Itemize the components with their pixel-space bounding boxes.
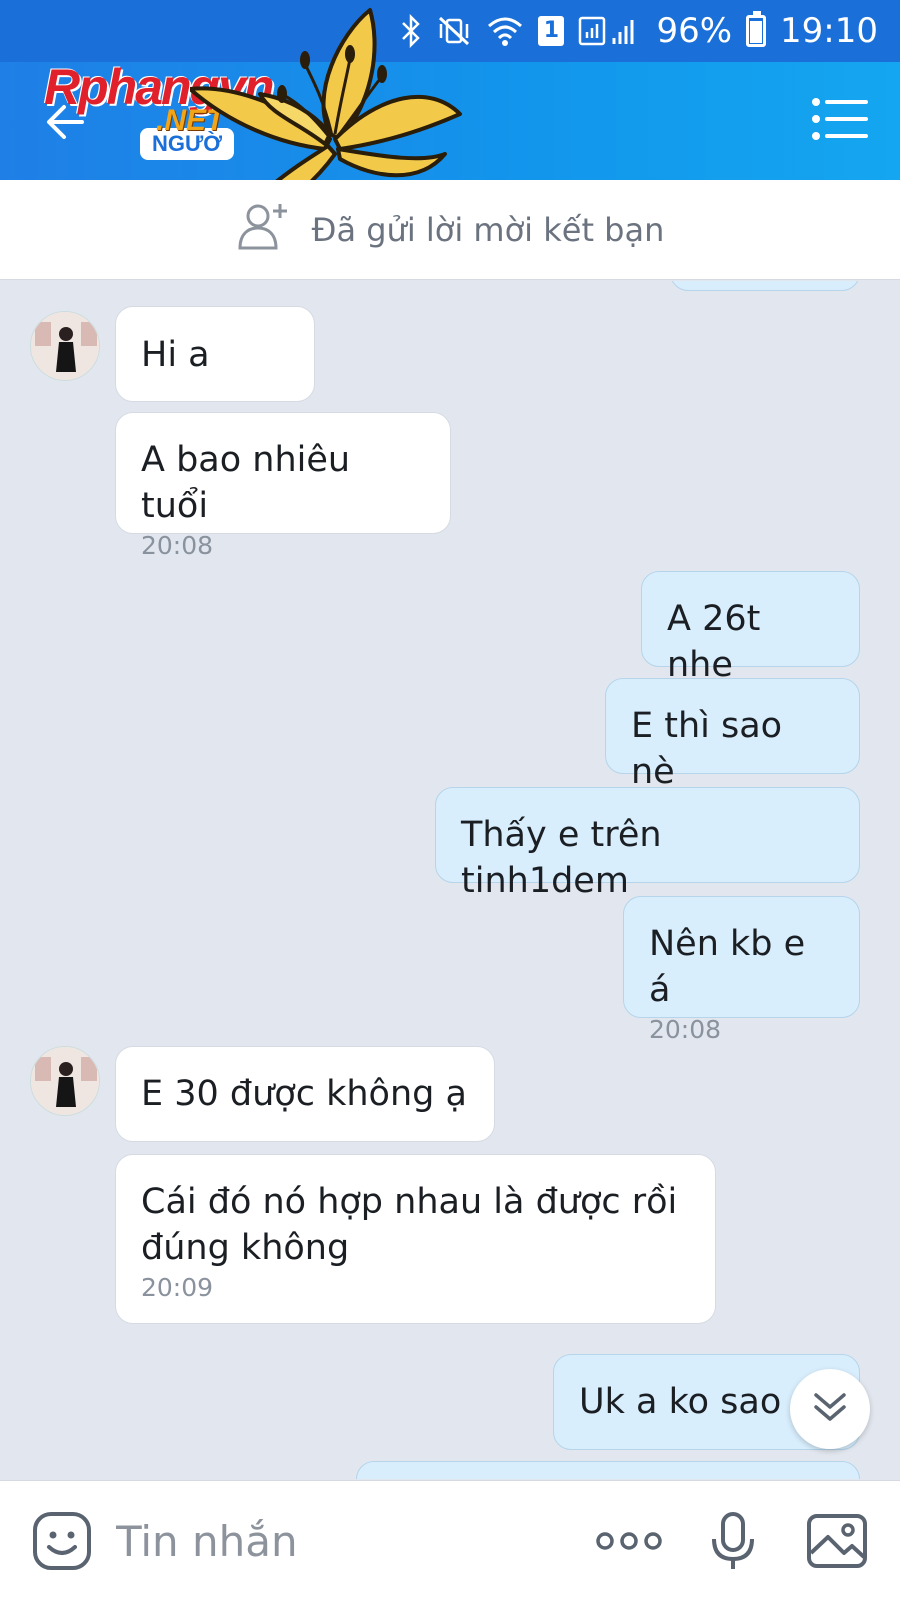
message-composer [0,1480,900,1600]
watermark-subtext: .NET [156,104,225,137]
vibrate-mute-icon [436,14,472,48]
message-bubble-partial [670,281,860,291]
clock: 19:10 [780,11,878,51]
list-menu-icon[interactable] [810,94,870,144]
signal-icon [578,14,642,48]
watermark-logo: Rphangvn .NET [44,58,274,137]
friend-request-bar[interactable]: Đã gửi lời mời kết bạn [0,180,900,280]
wifi-icon [486,14,524,48]
message-text: E thì sao nè [631,706,783,792]
message-bubble[interactable]: Nên kb e á 20:08 [623,896,860,1044]
battery-icon [746,11,767,47]
message-list[interactable]: Hi a A bao nhiêu tuổi 20:08 A 26t nhe E … [0,281,900,1479]
message-text: Cái đó nó hợp nhau là được rồi đúng khôn… [141,1182,678,1268]
sim-slot-badge: 1 [538,16,565,46]
message-text: E 30 được không ạ [141,1074,467,1114]
message-bubble[interactable]: A bao nhiêu tuổi 20:08 [115,412,451,560]
message-time: 20:08 [649,1015,722,1044]
avatar[interactable] [30,311,100,381]
friend-request-text: Đã gửi lời mời kết bạn [311,210,665,249]
message-time: 20:09 [141,1273,214,1302]
scroll-to-bottom-button[interactable] [790,1369,870,1449]
more-dots-icon[interactable] [594,1521,664,1561]
microphone-icon[interactable] [708,1511,758,1573]
message-bubble-partial [356,1461,860,1479]
message-time: 20:08 [141,531,214,560]
message-text: A 26t nhe [667,599,761,685]
battery-percent: 96% [656,11,733,51]
message-bubble[interactable]: A 26t nhe [641,571,860,685]
message-text: Thấy e trên tinh1dem [461,815,662,901]
bluetooth-icon [400,14,422,48]
double-chevron-down-icon [810,1387,850,1431]
status-bar: 1 96% 19:10 [0,0,900,62]
message-text: A bao nhiêu tuổi [141,440,351,526]
message-bubble[interactable]: E 30 được không ạ [115,1046,495,1142]
add-friend-icon [236,198,292,262]
message-text: Hi a [141,335,210,375]
avatar[interactable] [30,1046,100,1116]
message-text: Nên kb e á [649,924,806,1010]
message-bubble[interactable]: Hi a [115,306,315,402]
sticker-face-icon[interactable] [32,1511,92,1571]
message-bubble[interactable]: E thì sao nè [605,678,860,792]
message-input[interactable] [116,1509,546,1573]
image-icon[interactable] [806,1513,868,1569]
message-bubble[interactable]: Cái đó nó hợp nhau là được rồi đúng khôn… [115,1154,716,1324]
message-bubble[interactable]: Thấy e trên tinh1dem [435,787,860,901]
